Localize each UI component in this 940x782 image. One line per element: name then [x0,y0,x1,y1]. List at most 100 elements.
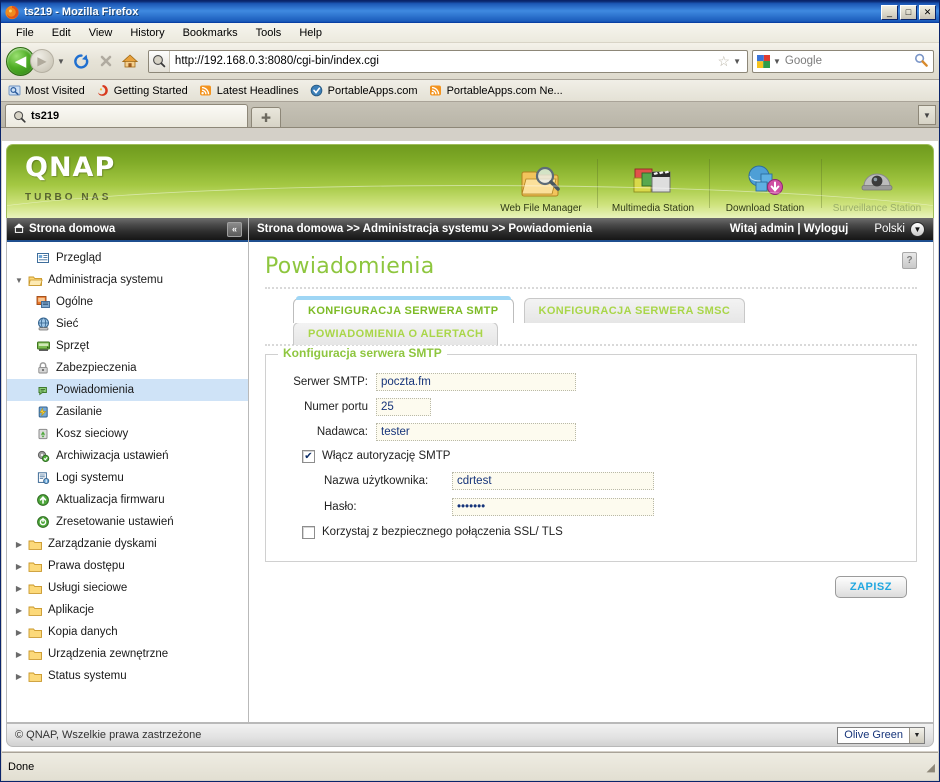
sidebar-item-aktualizacja-firmwaru[interactable]: Aktualizacja firmwaru [7,489,248,511]
chevron-down-icon[interactable]: ▼ [733,57,747,66]
app-surveillance-station[interactable]: Surveillance Station [821,145,933,218]
breadcrumb-bar: Strona domowa >> Administracja systemu >… [249,218,933,242]
search-bar[interactable]: ▼ Google [752,49,934,73]
sidebar-item-archiwizacja-ustawien[interactable]: Archiwizacja ustawień [7,445,248,467]
bookmark-label: Most Visited [25,84,85,97]
password-input[interactable]: ••••••• [452,498,654,516]
reload-icon[interactable] [70,49,94,73]
theme-select[interactable]: Olive Green ▼ [837,726,925,744]
menu-file[interactable]: File [7,25,43,41]
menu-tools[interactable]: Tools [247,25,291,41]
maximize-button[interactable]: □ [900,4,917,20]
menu-help[interactable]: Help [290,25,331,41]
sidebar-item-label: Kosz sieciowy [56,428,129,440]
sidebar-item-przeglad[interactable]: Przegląd [7,247,248,269]
minimize-button[interactable]: _ [881,4,898,20]
sidebar-header: Strona domowa « [7,218,248,242]
sidebar-item-prawa-dostepu[interactable]: ▶ Prawa dostępu [7,555,248,577]
sidebar-item-urzadzenia-zewnetrzne[interactable]: ▶ Urządzenia zewnętrzne [7,643,248,665]
new-tab-button[interactable]: ✚ [251,107,281,127]
bookmark-getting-started[interactable]: Getting Started [96,84,188,98]
forward-button[interactable]: ▶ [30,49,54,73]
chevron-right-icon[interactable]: ▶ [13,628,25,637]
chevron-right-icon[interactable]: ▶ [13,650,25,659]
menu-history[interactable]: History [121,25,173,41]
url-input[interactable]: http://192.168.0.3:8080/cgi-bin/index.cg… [170,55,715,67]
user-greeting-logout[interactable]: Witaj admin | Wyloguj [730,223,849,235]
language-dropdown-button[interactable]: ▼ [910,221,925,237]
app-web-file-manager[interactable]: Web File Manager [485,145,597,218]
app-multimedia-station[interactable]: Multimedia Station [597,145,709,218]
folder-icon [25,648,45,661]
help-icon[interactable]: ? [902,252,917,269]
google-icon[interactable] [753,51,773,72]
sidebar-header-label: Strona domowa [29,223,116,235]
use-ssl-tls-checkbox[interactable] [302,525,315,539]
sidebar-item-label: Kopia danych [48,626,118,638]
resize-grip[interactable]: ◢ [921,760,935,774]
port-input[interactable]: 25 [376,397,431,416]
tab-alert-notifications[interactable]: POWIADOMIENIA O ALERTACH [293,322,499,345]
menu-edit[interactable]: Edit [43,25,80,41]
folder-open-icon [25,274,45,287]
sidebar-collapse-button[interactable]: « [227,221,242,237]
search-input[interactable]: Google [785,55,914,67]
menu-view[interactable]: View [80,25,122,41]
sidebar-item-kopia-danych[interactable]: ▶ Kopia danych [7,621,248,643]
chevron-down-icon[interactable]: ▼ [57,57,65,66]
sidebar-item-zasilanie[interactable]: Zasilanie [7,401,248,423]
lock-icon [33,361,53,375]
bookmark-portableapps[interactable]: PortableApps.com [310,84,418,98]
save-button[interactable]: ZAPISZ [834,576,907,598]
site-identity-icon[interactable] [148,50,170,72]
stop-icon[interactable] [94,49,118,73]
tab-smsc-server-config[interactable]: KONFIGURACJA SERWERA SMSC [523,298,746,323]
row-use-ssl-tls[interactable]: Korzystaj z bezpiecznego połączenia SSL/… [302,520,916,544]
search-icon[interactable] [914,53,933,70]
sidebar-item-aplikacje[interactable]: ▶ Aplikacje [7,599,248,621]
use-ssl-tls-label: Korzystaj z bezpiecznego połączenia SSL/… [322,526,563,538]
chevron-right-icon[interactable]: ▶ [13,606,25,615]
chevron-right-icon[interactable]: ▶ [13,540,25,549]
chevron-down-icon[interactable]: ▼ [13,276,25,285]
sidebar-item-logi-systemu[interactable]: Logi systemu [7,467,248,489]
username-input[interactable]: cdrtest [452,472,654,490]
sidebar-item-uslugi-sieciowe[interactable]: ▶ Usługi sieciowe [7,577,248,599]
sidebar-item-sprzet[interactable]: Sprzęt [7,335,248,357]
app-download-station[interactable]: Download Station [709,145,821,218]
home-icon[interactable] [118,49,142,73]
enable-smtp-auth-checkbox[interactable]: ✔ [302,449,315,463]
chevron-down-icon[interactable]: ▼ [909,727,924,743]
sidebar-item-zarzadzanie-dyskami[interactable]: ▶ Zarządzanie dyskami [7,533,248,555]
sidebar-item-zabezpieczenia[interactable]: Zabezpieczenia [7,357,248,379]
sidebar-item-administracja-systemu[interactable]: ▼ Administracja systemu [7,269,248,291]
chevron-right-icon[interactable]: ▶ [13,672,25,681]
bookmark-star-icon[interactable]: ☆ [715,53,734,70]
bookmark-portableapps-news[interactable]: PortableApps.com Ne... [429,84,563,98]
sidebar-item-status-systemu[interactable]: ▶ Status systemu [7,665,248,687]
smtp-server-input[interactable]: poczta.fm [376,372,576,391]
network-icon [33,317,53,331]
close-button[interactable]: ✕ [919,4,936,20]
sidebar-item-label: Usługi sieciowe [48,582,128,594]
chevron-down-icon[interactable]: ▼ [773,57,781,66]
chevron-right-icon[interactable]: ▶ [13,562,25,571]
sender-input[interactable]: tester [376,422,576,441]
list-all-tabs-button[interactable]: ▼ [918,105,936,125]
menu-bookmarks[interactable]: Bookmarks [174,25,247,41]
tab-smtp-server-config[interactable]: KONFIGURACJA SERWERA SMTP [293,296,514,323]
content-area: Powiadomienia ? KONFIGURACJA SERWERA SMT… [249,242,933,722]
row-enable-smtp-auth[interactable]: ✔ Włącz autoryzację SMTP [302,444,916,468]
browser-tab-ts219[interactable]: ts219 [5,104,248,127]
field-row-password: Hasło: ••••••• [324,494,916,520]
sidebar-item-powiadomienia[interactable]: Powiadomienia [7,379,248,401]
sidebar-item-kosz-sieciowy[interactable]: Kosz sieciowy [7,423,248,445]
sidebar-item-siec[interactable]: Sieć [7,313,248,335]
chevron-right-icon[interactable]: ▶ [13,584,25,593]
bookmark-latest-headlines[interactable]: Latest Headlines [199,84,299,98]
bookmark-most-visited[interactable]: Most Visited [7,84,85,98]
page-title: Powiadomienia [265,254,435,279]
sidebar-item-zresetowanie-ustawien[interactable]: Zresetowanie ustawień [7,511,248,533]
url-bar[interactable]: http://192.168.0.3:8080/cgi-bin/index.cg… [147,49,748,73]
sidebar-item-ogolne[interactable]: Ogólne [7,291,248,313]
